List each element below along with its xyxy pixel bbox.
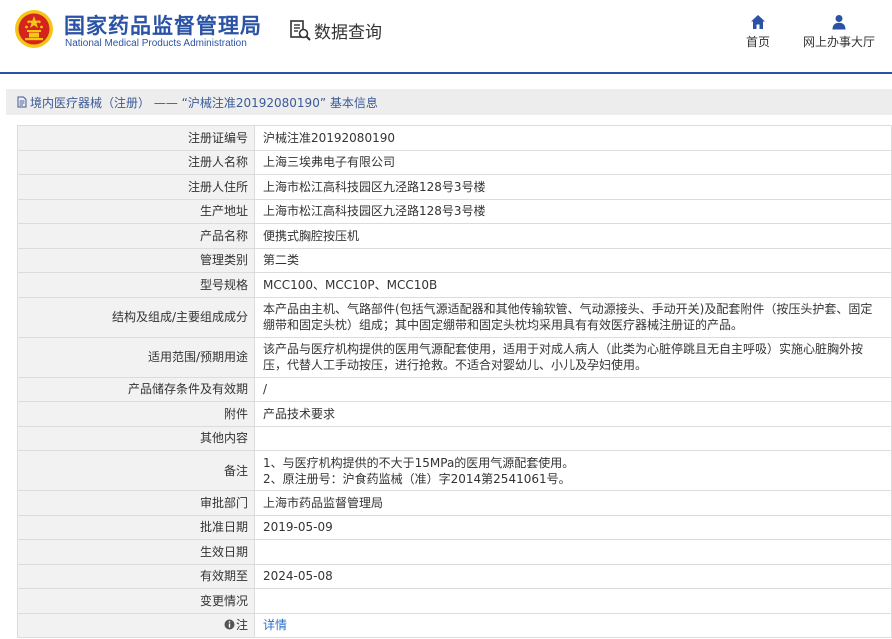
field-value: 详情 [254,612,892,638]
field-value: 上海市松江高科技园区九泾路128号3号楼 [254,198,892,224]
field-label: 注册人住所 [17,174,255,200]
field-label: 产品储存条件及有效期 [17,376,255,402]
field-label: 注册人名称 [17,149,255,175]
field-value [254,539,892,565]
field-label: 附件 [17,401,255,427]
device-info-table: 注册证编号 沪械注准20192080190 注册人名称 上海三埃弗电子有限公司 … [17,125,892,638]
field-label: 审批部门 [17,490,255,516]
field-value: 上海三埃弗电子有限公司 [254,149,892,175]
field-value: 2019-05-09 [254,514,892,540]
remark-line: 1、与医疗机构提供的不大于15MPa的医用气源配套使用。 [263,455,575,470]
table-row: 有效期至 2024-05-08 [17,563,892,589]
table-row: 管理类别 第二类 [17,247,892,273]
table-row: 附件 产品技术要求 [17,401,892,427]
field-value: 本产品由主机、气路部件(包括气源适配器和其他传输软管、气动源接头、手动开关)及配… [254,296,892,338]
table-row: 变更情况 [17,588,892,614]
field-value: 产品技术要求 [254,401,892,427]
org-name-cn[interactable]: 国家药品监督管理局 [64,10,262,40]
table-row: 其他内容 [17,425,892,451]
field-label: 注册证编号 [17,125,255,151]
remark-line: 2、原注册号：沪食药监械（准）字2014第2541061号。 [263,471,571,486]
info-icon [224,619,235,630]
header-divider [0,72,892,74]
breadcrumb: 境内医疗器械（注册） —— “沪械注准20192080190” 基本信息 [6,89,892,115]
document-icon [17,96,27,108]
table-row: 生产地址 上海市松江高科技园区九泾路128号3号楼 [17,198,892,224]
field-label: 产品名称 [17,223,255,249]
table-row: 注册人住所 上海市松江高科技园区九泾路128号3号楼 [17,174,892,200]
field-value: 便携式胸腔按压机 [254,223,892,249]
breadcrumb-text: 境内医疗器械（注册） —— “沪械注准20192080190” 基本信息 [30,95,378,110]
field-value: 上海市松江高科技园区九泾路128号3号楼 [254,174,892,200]
nav-home-link[interactable]: 首页 [738,14,778,50]
field-label: 注 [235,618,248,633]
field-label: 有效期至 [17,563,255,589]
field-label: 管理类别 [17,247,255,273]
note-label-cell: 注 [17,612,255,638]
field-label: 结构及组成/主要组成成分 [17,296,255,338]
user-icon [832,15,846,30]
table-row: 备注 1、与医疗机构提供的不大于15MPa的医用气源配套使用。 2、原注册号：沪… [17,450,892,491]
table-row: 注册证编号 沪械注准20192080190 [17,125,892,151]
field-label: 生产地址 [17,198,255,224]
nav-home-label: 首页 [745,35,770,49]
field-value: / [254,376,892,402]
table-row: 批准日期 2019-05-09 [17,514,892,540]
field-label: 生效日期 [17,539,255,565]
data-query-title: 数据查询 [288,17,382,43]
table-row: 注 详情 [17,612,892,638]
field-label: 适用范围/预期用途 [17,336,255,378]
table-row: 产品名称 便携式胸腔按压机 [17,223,892,249]
table-row: 产品储存条件及有效期 / [17,376,892,402]
national-emblem-icon [15,10,53,48]
table-row: 注册人名称 上海三埃弗电子有限公司 [17,149,892,175]
home-icon [751,15,765,29]
table-row: 型号规格 MCC100、MCC10P、MCC10B [17,272,892,298]
field-value: 第二类 [254,247,892,273]
field-value: 该产品与医疗机构提供的医用气源配套使用，适用于对成人病人（此类为心脏停跳且无自主… [254,336,892,378]
nav-service-hall-link[interactable]: 网上办事大厅 [798,14,880,50]
table-row: 适用范围/预期用途 该产品与医疗机构提供的医用气源配套使用，适用于对成人病人（此… [17,336,892,378]
field-label: 型号规格 [17,272,255,298]
remarks-value: 1、与医疗机构提供的不大于15MPa的医用气源配套使用。 2、原注册号：沪食药监… [254,450,892,491]
field-value: 2024-05-08 [254,563,892,589]
field-value [254,588,892,614]
field-value [254,425,892,451]
field-value: 沪械注准20192080190 [254,125,892,151]
nav-service-hall-label: 网上办事大厅 [802,35,875,49]
table-row: 生效日期 [17,539,892,565]
data-query-label: 数据查询 [314,22,382,43]
org-name-en[interactable]: National Medical Products Administration [65,38,247,49]
field-label: 批准日期 [17,514,255,540]
table-row: 结构及组成/主要组成成分 本产品由主机、气路部件(包括气源适配器和其他传输软管、… [17,296,892,338]
field-label: 备注 [17,450,255,491]
search-document-icon [290,20,311,41]
details-link[interactable]: 详情 [263,618,287,632]
field-label: 其他内容 [17,425,255,451]
field-value: MCC100、MCC10P、MCC10B [254,272,892,298]
page-header: 国家药品监督管理局 National Medical Products Admi… [0,0,892,74]
field-label: 变更情况 [17,588,255,614]
field-value: 上海市药品监督管理局 [254,490,892,516]
table-row: 审批部门 上海市药品监督管理局 [17,490,892,516]
